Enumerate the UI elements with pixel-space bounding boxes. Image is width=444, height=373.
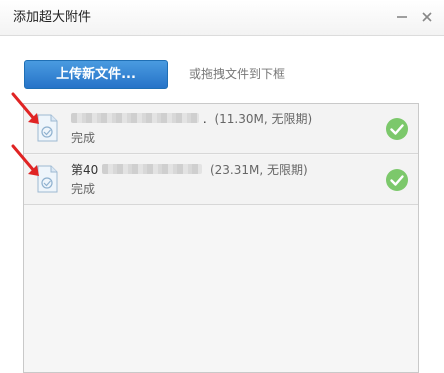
upload-status: 完成 <box>71 131 96 145</box>
dialog-title: 添加超大附件 <box>13 10 92 25</box>
file-size-expiry: (11.30M, 无限期) <box>214 112 313 126</box>
close-icon <box>422 12 432 22</box>
check-circle-icon <box>386 118 408 140</box>
minimize-icon <box>397 16 407 18</box>
upload-status: 完成 <box>71 182 96 196</box>
check-circle-icon <box>386 169 408 191</box>
close-button[interactable] <box>418 8 436 26</box>
dialog-titlebar: 添加超大附件 <box>0 0 444 36</box>
annotation-arrow-icon <box>11 144 39 176</box>
file-name: 第40 (23.31M, 无限期) <box>71 162 308 178</box>
file-name-prefix: 第40 <box>71 163 99 177</box>
file-name-suffix: . <box>202 112 207 126</box>
file-drop-panel[interactable]: . (11.30M, 无限期) 完成 第40 (23.31M, 无限期) 完成 <box>23 103 419 373</box>
annotation-arrow-icon <box>11 92 39 124</box>
file-row-2[interactable]: 第40 (23.31M, 无限期) 完成 <box>24 155 418 205</box>
file-name: . (11.30M, 无限期) <box>71 111 312 127</box>
minimize-button[interactable] <box>393 8 411 26</box>
file-size-expiry: (23.31M, 无限期) <box>209 163 308 177</box>
upload-new-file-button[interactable]: 上传新文件... <box>24 60 168 89</box>
redacted-filename <box>102 164 203 174</box>
drag-drop-hint: 或拖拽文件到下框 <box>189 67 286 81</box>
redacted-filename <box>71 113 199 123</box>
file-row-1[interactable]: . (11.30M, 无限期) 完成 <box>24 104 418 154</box>
